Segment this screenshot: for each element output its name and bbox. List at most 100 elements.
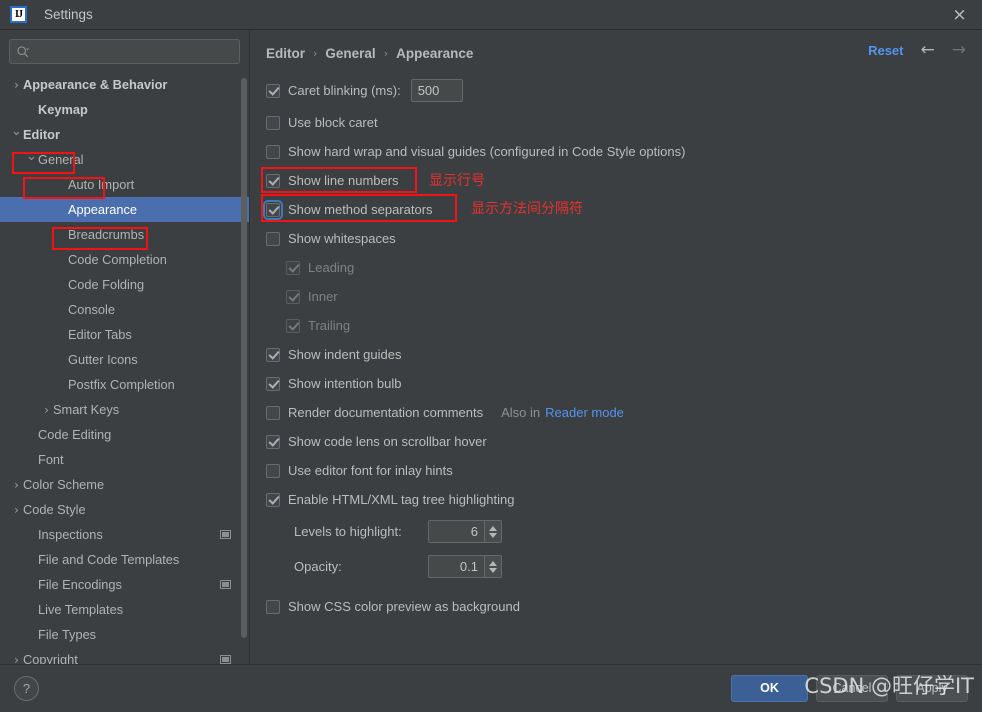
levels-to-highlight-spinner[interactable] bbox=[428, 520, 502, 543]
show-indent-guides-checkbox[interactable] bbox=[266, 347, 280, 362]
reset-link[interactable]: Reset bbox=[868, 43, 903, 58]
use-block-caret-checkbox[interactable] bbox=[266, 115, 280, 130]
forward-arrow-icon[interactable]: → bbox=[952, 42, 966, 59]
sidebar-item-code-completion[interactable]: Code Completion bbox=[0, 247, 249, 272]
show-hard-wrap-checkbox[interactable] bbox=[266, 144, 280, 159]
sidebar-item-label: Editor bbox=[23, 127, 60, 142]
show-line-numbers-checkbox[interactable] bbox=[266, 173, 280, 188]
sidebar-item-live-templates[interactable]: Live Templates bbox=[0, 597, 249, 622]
sidebar-item-label: Auto Import bbox=[68, 177, 135, 192]
opacity-spinner-buttons[interactable] bbox=[484, 556, 501, 577]
leading-checkbox[interactable] bbox=[286, 260, 300, 275]
apply-button[interactable]: Apply bbox=[896, 674, 968, 702]
chevron-right-icon[interactable]: › bbox=[10, 654, 23, 665]
sidebar-item-auto-import[interactable]: Auto Import bbox=[0, 172, 249, 197]
chevron-right-icon[interactable]: › bbox=[10, 504, 23, 516]
sidebar-item-label: Code Folding bbox=[68, 277, 145, 292]
caret-blinking-label: Caret blinking (ms): bbox=[288, 83, 401, 98]
option-row-use-editor-font-inlay: Use editor font for inlay hints bbox=[266, 456, 966, 485]
chevron-right-icon[interactable]: › bbox=[10, 479, 23, 491]
annotation-text-show-line-numbers: 显示行号 bbox=[429, 173, 485, 189]
reader-mode-link[interactable]: Reader mode bbox=[545, 405, 624, 420]
show-method-separators-checkbox[interactable] bbox=[263, 199, 283, 220]
opacity-spinner-up-icon[interactable] bbox=[489, 560, 497, 566]
sidebar-item-postfix-completion[interactable]: Postfix Completion bbox=[0, 372, 249, 397]
sidebar-item-code-folding[interactable]: Code Folding bbox=[0, 272, 249, 297]
sidebar-item-appearance[interactable]: Appearance bbox=[0, 197, 249, 222]
opacity-spinner[interactable] bbox=[428, 555, 502, 578]
close-icon[interactable]: × bbox=[937, 0, 982, 30]
search-box[interactable] bbox=[9, 39, 240, 64]
levels-spinner-up-icon[interactable] bbox=[489, 525, 497, 531]
chevron-down-icon[interactable]: ⌄ bbox=[25, 150, 38, 163]
sidebar-item-label: Font bbox=[38, 452, 64, 467]
breadcrumb-item-general[interactable]: General bbox=[325, 46, 375, 61]
option-row-inner: Inner bbox=[266, 282, 966, 311]
sidebar-item-keymap[interactable]: Keymap bbox=[0, 97, 249, 122]
window-title: Settings bbox=[44, 7, 93, 22]
sidebar-item-code-editing[interactable]: Code Editing bbox=[0, 422, 249, 447]
sidebar-item-console[interactable]: Console bbox=[0, 297, 249, 322]
annotation-text-show-method-separators: 显示方法间分隔符 bbox=[471, 201, 583, 217]
sidebar-item-label: Code Completion bbox=[68, 252, 167, 267]
sidebar-item-code-style[interactable]: › Code Style bbox=[0, 497, 249, 522]
opacity-spinner-down-icon[interactable] bbox=[489, 567, 497, 573]
levels-spinner-down-icon[interactable] bbox=[489, 532, 497, 538]
render-doc-comments-checkbox[interactable] bbox=[266, 405, 280, 420]
show-css-color-preview-checkbox[interactable] bbox=[266, 599, 280, 614]
sidebar-item-inspections[interactable]: Inspections bbox=[0, 522, 249, 547]
intellij-logo-icon: IJ bbox=[10, 6, 27, 23]
settings-tree[interactable]: › Appearance & Behavior Keymap ⌄ Editor ⌄ Gene… bbox=[0, 72, 249, 664]
sidebar-item-label: File and Code Templates bbox=[38, 552, 180, 567]
caret-blinking-checkbox[interactable] bbox=[266, 83, 280, 98]
sidebar-item-general[interactable]: ⌄ General bbox=[0, 147, 249, 172]
show-code-lens-checkbox[interactable] bbox=[266, 434, 280, 449]
option-row-show-line-numbers: Show line numbers 显示行号 bbox=[261, 166, 966, 195]
levels-spinner-buttons[interactable] bbox=[484, 521, 501, 542]
sidebar-item-label: Postfix Completion bbox=[68, 377, 175, 392]
show-code-lens-label: Show code lens on scrollbar hover bbox=[288, 434, 487, 449]
chevron-right-icon[interactable]: › bbox=[40, 404, 53, 416]
sidebar-item-gutter-icons[interactable]: Gutter Icons bbox=[0, 347, 249, 372]
project-scope-icon bbox=[220, 580, 231, 589]
option-row-render-doc-comments: Render documentation comments Also in Re… bbox=[266, 398, 966, 427]
sidebar-scrollbar[interactable] bbox=[241, 78, 247, 638]
sidebar-item-font[interactable]: Font bbox=[0, 447, 249, 472]
sidebar-item-editor-tabs[interactable]: Editor Tabs bbox=[0, 322, 249, 347]
help-icon[interactable]: ? bbox=[14, 675, 39, 701]
levels-to-highlight-input[interactable] bbox=[429, 521, 484, 542]
sidebar-item-file-types[interactable]: File Types bbox=[0, 622, 249, 647]
chevron-right-icon[interactable]: › bbox=[10, 79, 23, 91]
sidebar-item-copyright[interactable]: › Copyright bbox=[0, 647, 249, 664]
sidebar-item-label: Live Templates bbox=[38, 602, 124, 617]
trailing-checkbox[interactable] bbox=[286, 318, 300, 333]
footer-buttons: OK Cancel Apply bbox=[731, 674, 968, 702]
sidebar-item-label: Gutter Icons bbox=[68, 352, 138, 367]
sidebar-item-appearance-behavior[interactable]: › Appearance & Behavior bbox=[0, 72, 249, 97]
back-arrow-icon[interactable]: ← bbox=[921, 42, 935, 59]
sidebar-item-file-and-code-templates[interactable]: File and Code Templates bbox=[0, 547, 249, 572]
project-scope-icon bbox=[220, 655, 231, 664]
use-editor-font-inlay-checkbox[interactable] bbox=[266, 463, 280, 478]
opacity-input[interactable] bbox=[429, 556, 484, 577]
breadcrumb-item-editor[interactable]: Editor bbox=[266, 46, 305, 61]
ok-button[interactable]: OK bbox=[731, 674, 808, 702]
search-input[interactable] bbox=[34, 40, 233, 63]
show-intention-bulb-checkbox[interactable] bbox=[266, 376, 280, 391]
show-whitespaces-checkbox[interactable] bbox=[266, 231, 280, 246]
option-row-show-method-separators: Show method separators 显示方法间分隔符 bbox=[261, 194, 966, 224]
cancel-button[interactable]: Cancel bbox=[816, 674, 888, 702]
breadcrumb: Editor › General › Appearance bbox=[266, 30, 966, 68]
enable-tag-tree-checkbox[interactable] bbox=[266, 492, 280, 507]
sidebar-item-label: Breadcrumbs bbox=[68, 227, 145, 242]
render-doc-comments-label: Render documentation comments bbox=[288, 405, 484, 420]
chevron-down-icon[interactable]: ⌄ bbox=[10, 125, 23, 138]
option-row-show-intention-bulb: Show intention bulb bbox=[266, 369, 966, 398]
sidebar-item-color-scheme[interactable]: › Color Scheme bbox=[0, 472, 249, 497]
sidebar-item-editor[interactable]: ⌄ Editor bbox=[0, 122, 249, 147]
sidebar-item-smart-keys[interactable]: › Smart Keys bbox=[0, 397, 249, 422]
inner-checkbox[interactable] bbox=[286, 289, 300, 304]
caret-blinking-input[interactable] bbox=[410, 79, 463, 102]
sidebar-item-breadcrumbs[interactable]: Breadcrumbs bbox=[0, 222, 249, 247]
sidebar-item-file-encodings[interactable]: File Encodings bbox=[0, 572, 249, 597]
